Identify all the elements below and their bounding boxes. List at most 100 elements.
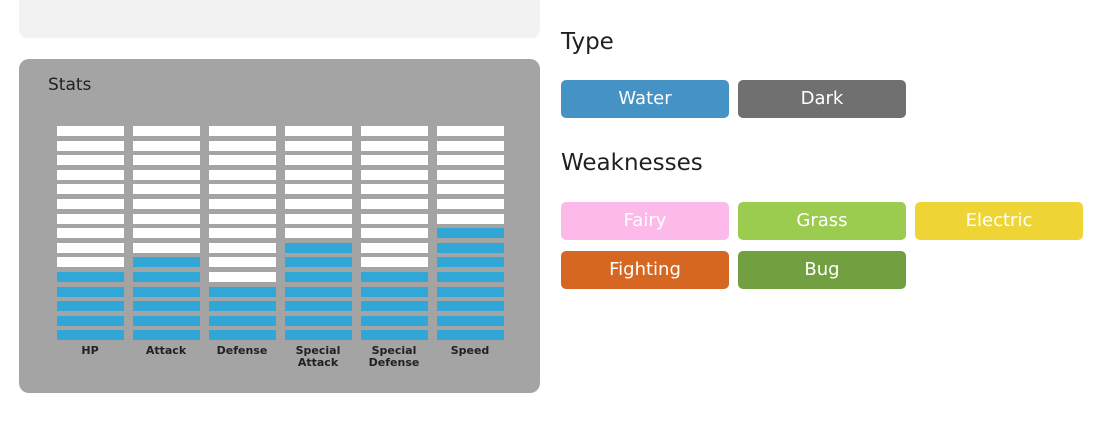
type-heading: Type [561,29,614,55]
stat-segment [133,126,200,136]
stat-segment [285,330,352,340]
stat-label-speed: Speed [450,344,490,357]
stat-segment [361,316,428,326]
weakness-badge-bug[interactable]: Bug [738,251,906,289]
stat-segment [209,301,276,311]
stat-segment [133,141,200,151]
stat-segment [437,287,504,297]
stat-segment [361,257,428,267]
stat-segment [285,243,352,253]
stat-segment [285,199,352,209]
stat-segment [437,126,504,136]
stat-segment [133,272,200,282]
stat-segment [209,126,276,136]
stat-segment [285,272,352,282]
stat-segment [57,199,124,209]
stat-segment [361,184,428,194]
stat-segment [361,243,428,253]
stat-segment [361,155,428,165]
stat-segment [133,287,200,297]
stats-title: Stats [48,75,92,95]
stat-segment [361,301,428,311]
stat-segment [285,155,352,165]
stat-segment [57,316,124,326]
stat-segment [209,287,276,297]
stat-segment [209,170,276,180]
stat-segment [361,170,428,180]
stat-segment [437,199,504,209]
stat-segment [57,330,124,340]
stat-segment [285,214,352,224]
stat-segment [285,316,352,326]
stat-segment [437,257,504,267]
stat-segment [437,228,504,238]
stat-segment [437,316,504,326]
weakness-badge-electric[interactable]: Electric [915,202,1083,240]
weakness-badge-grass[interactable]: Grass [738,202,906,240]
stat-segment [57,287,124,297]
stat-segment [57,155,124,165]
stat-segment [57,272,124,282]
stat-segment [361,214,428,224]
stat-segment [57,228,124,238]
stat-segment [209,228,276,238]
stat-segment [133,316,200,326]
stat-label-defense: Defense [216,344,268,357]
stat-segment [209,330,276,340]
stat-segment [437,272,504,282]
stat-segment [285,301,352,311]
stat-segment [133,228,200,238]
stat-segment [437,243,504,253]
stat-segment [437,170,504,180]
stat-segment [209,272,276,282]
stat-segment [133,214,200,224]
stat-segment [133,330,200,340]
stat-label-hp: HP [81,344,99,357]
stat-segment [437,301,504,311]
stat-segment [57,257,124,267]
stat-segment [57,170,124,180]
stat-segment [133,170,200,180]
stat-segment [133,301,200,311]
stat-segment [361,330,428,340]
stat-segment [57,301,124,311]
stat-segment [57,214,124,224]
stat-label-special-defense: Special Defense [368,344,420,369]
stat-segment [133,257,200,267]
stat-segment [285,287,352,297]
weakness-badge-fighting[interactable]: Fighting [561,251,729,289]
stat-segment [437,155,504,165]
stat-segment [285,184,352,194]
stat-segment [437,214,504,224]
type-badge-water[interactable]: Water [561,80,729,118]
stat-segment [361,228,428,238]
type-badge-dark[interactable]: Dark [738,80,906,118]
stat-segment [361,272,428,282]
stat-segment [209,257,276,267]
stat-segment [437,141,504,151]
weakness-badge-fairy[interactable]: Fairy [561,202,729,240]
stat-label-special-attack: Special Attack [295,344,341,369]
stat-segment [285,141,352,151]
stat-segment [285,126,352,136]
stat-label-attack: Attack [145,344,187,357]
stat-segment [57,126,124,136]
stat-segment [361,199,428,209]
stat-segment [133,184,200,194]
stats-panel: Stats HP Attack Defense Special Attack S… [19,59,540,393]
stat-segment [285,228,352,238]
stat-segment [285,257,352,267]
stat-segment [133,199,200,209]
stat-segment [209,155,276,165]
stat-segment [437,184,504,194]
stat-segment [57,243,124,253]
top-panel [19,0,540,38]
stat-segment [361,141,428,151]
stat-segment [361,287,428,297]
weaknesses-heading: Weaknesses [561,150,703,176]
stat-segment [437,330,504,340]
stat-segment [133,155,200,165]
stat-segment [209,199,276,209]
stat-segment [57,184,124,194]
stat-segment [209,184,276,194]
